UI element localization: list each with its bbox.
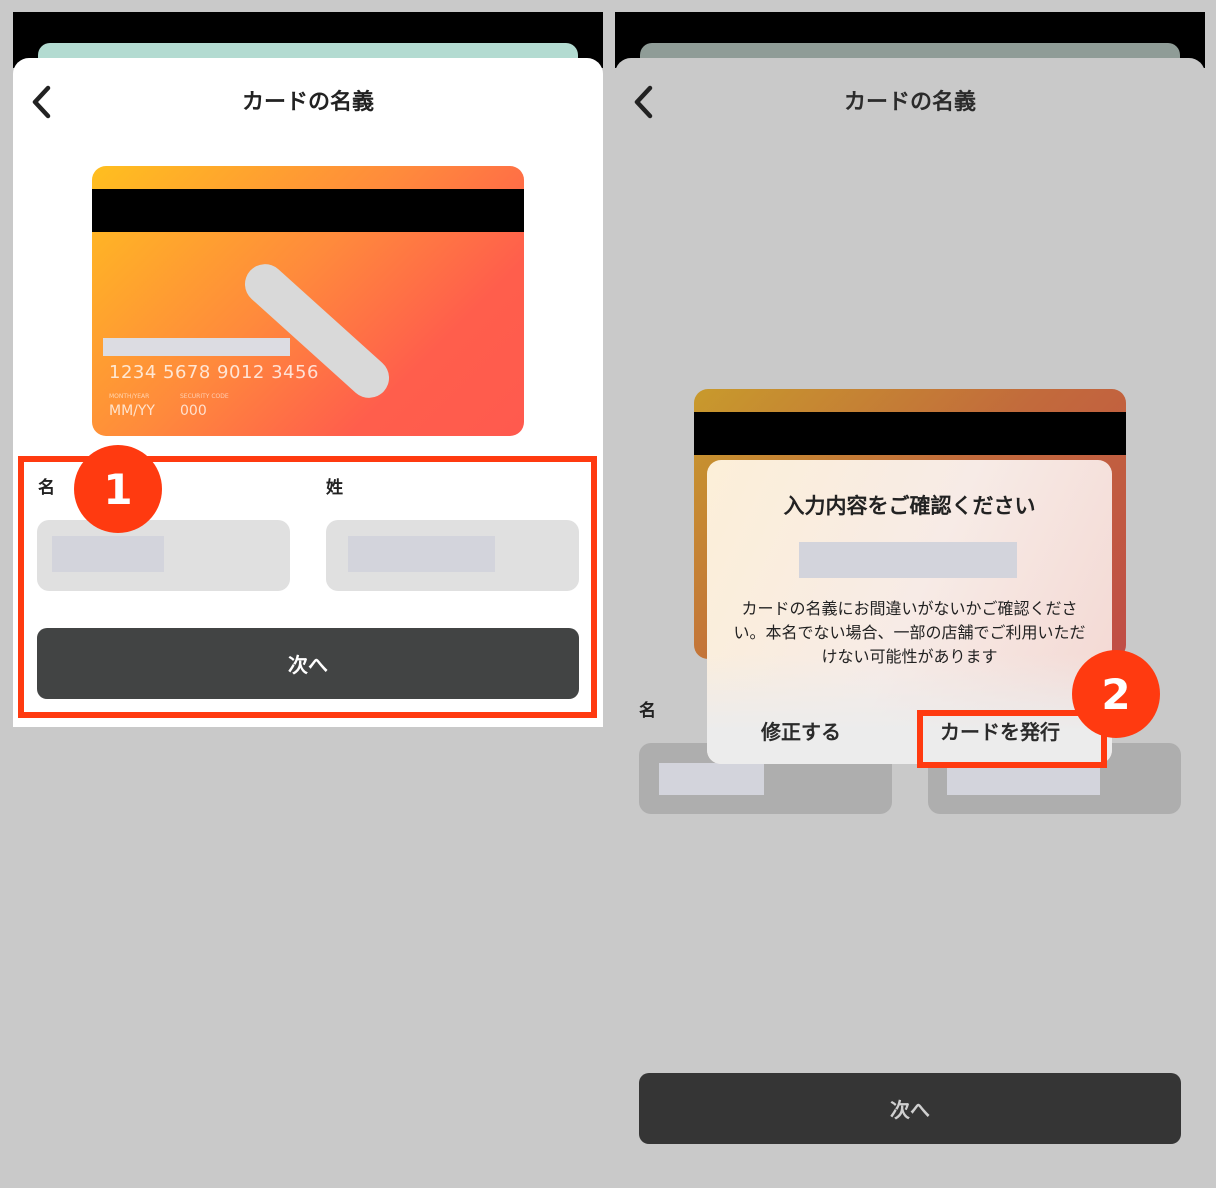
left-screen: カードの名義 1234 5678 9012 3456 MONTH/YEAR SE… xyxy=(13,12,603,1175)
page-title: カードの名義 xyxy=(241,90,374,115)
dialog-message: カードの名義にお間違いがないかご確認ください。本名でない場合、一部の店舗でご利用… xyxy=(733,599,1086,666)
next-button[interactable]: 次へ xyxy=(639,1073,1181,1144)
card-number: 1234 5678 9012 3456 xyxy=(109,362,319,383)
first-name-redacted xyxy=(659,763,764,795)
security-label: SECURITY CODE xyxy=(180,393,229,400)
first-name-label: 名 xyxy=(639,701,656,721)
confirm-dialog: 入力内容をご確認ください カードの名義にお間違いがないかご確認ください。本名でな… xyxy=(707,460,1112,764)
step-badge: 1 xyxy=(74,445,162,533)
card-magnetic-stripe xyxy=(92,189,524,232)
dialog-title: 入力内容をご確認ください xyxy=(783,494,1036,518)
card-holder-redacted xyxy=(103,338,290,356)
expiry-label: MONTH/YEAR xyxy=(109,393,150,400)
issue-card-button[interactable]: カードを発行 xyxy=(940,716,1060,745)
card-magnetic-stripe xyxy=(694,412,1126,455)
card-security-code: 000 xyxy=(180,403,207,419)
page-title: カードの名義 xyxy=(843,90,976,115)
card-expiry: MM/YY xyxy=(109,403,155,419)
right-screen: カードの名義 名 次へ 入力内容をご確認ください カードの名義にお間違いがないか… xyxy=(615,12,1205,1175)
dialog-name-redacted xyxy=(799,542,1017,578)
card-logo-mark xyxy=(236,255,398,407)
card-preview: 1234 5678 9012 3456 MONTH/YEAR SECURITY … xyxy=(92,166,524,436)
edit-button[interactable]: 修正する xyxy=(761,716,841,745)
